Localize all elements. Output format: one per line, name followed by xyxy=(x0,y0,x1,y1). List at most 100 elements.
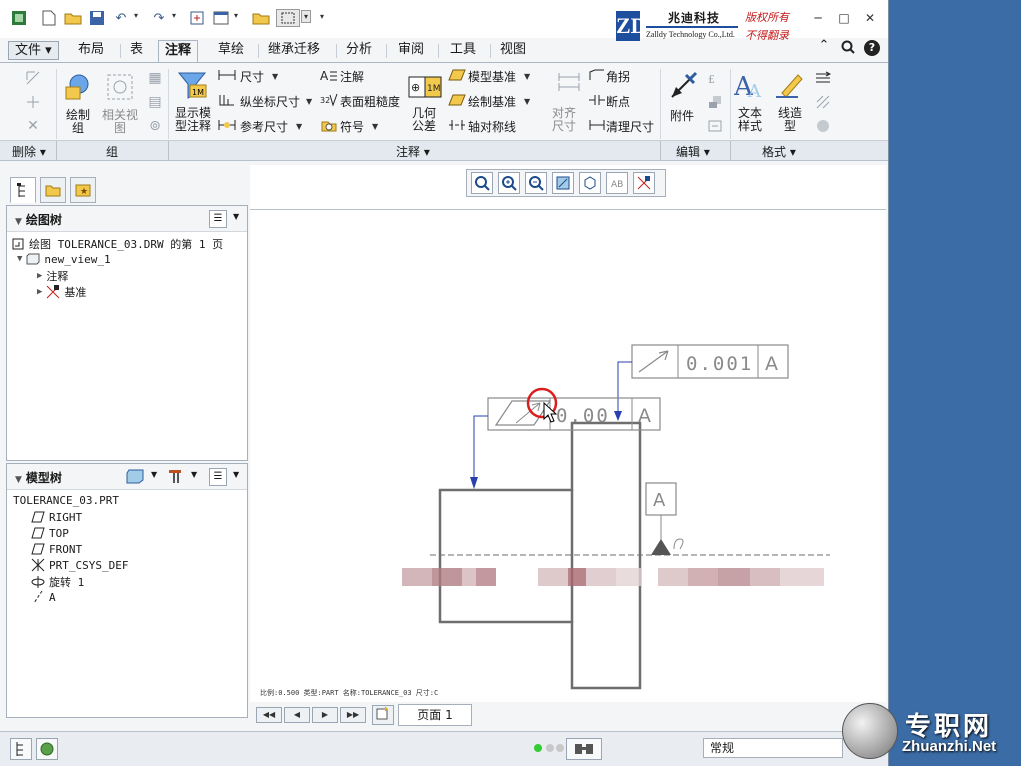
feature-control-frame-top[interactable]: 0.001 A xyxy=(631,344,789,379)
attach-icon[interactable] xyxy=(668,69,700,101)
favorites-tab-icon[interactable]: ★ xyxy=(70,177,96,203)
delete-row-icon[interactable] xyxy=(24,69,42,87)
tree-settings-icon[interactable]: ☰ xyxy=(209,468,227,486)
undo-icon[interactable]: ↶ xyxy=(112,9,130,27)
minimize-ribbon-icon[interactable]: ⌃ xyxy=(816,38,832,54)
reference-dimension-icon[interactable] xyxy=(218,117,236,133)
related-view-icon[interactable] xyxy=(104,71,136,103)
model-datum-dropdown-icon[interactable]: ▼ xyxy=(524,72,530,81)
drawing-canvas[interactable]: AB 0.001 A 0.00 A A 比例:0.500 类型:PART 名称:… xyxy=(250,165,886,702)
next-page-button[interactable]: ▶ xyxy=(312,707,338,723)
note-icon[interactable]: A xyxy=(320,67,338,83)
help-icon[interactable]: ? xyxy=(864,40,880,56)
fcf-top-leader[interactable] xyxy=(617,361,632,415)
corner-icon[interactable] xyxy=(588,67,606,83)
new-file-icon[interactable] xyxy=(40,9,58,27)
undo-dropdown-icon[interactable]: ▾ xyxy=(134,11,138,20)
dimension-dropdown-icon[interactable]: ▼ xyxy=(272,72,278,81)
redo-icon[interactable]: ↷ xyxy=(150,9,168,27)
tree-row-front-plane[interactable]: FRONT xyxy=(31,542,82,556)
selection-filter-dropdown-icon[interactable]: ▾ xyxy=(301,10,312,23)
selection-box-icon[interactable] xyxy=(276,9,300,27)
move-icon[interactable] xyxy=(706,93,724,111)
show-model-annotations-label[interactable]: 显示模 型注释 xyxy=(175,107,211,133)
show-model-dropdown-icon[interactable]: ▼ xyxy=(151,470,157,479)
delete-icon[interactable]: ✕ xyxy=(24,117,42,135)
last-page-button[interactable]: ▶▶ xyxy=(340,707,366,723)
tab-file[interactable]: 文件 ▾ xyxy=(8,41,59,60)
tab-table[interactable]: 表 xyxy=(124,40,149,62)
selection-filter-select[interactable]: 常规 xyxy=(703,738,843,758)
line-style-icon[interactable] xyxy=(774,69,806,101)
draw-datum-label[interactable]: 绘制基准 xyxy=(468,93,516,110)
model-datum-icon[interactable] xyxy=(448,67,466,83)
save-icon[interactable] xyxy=(88,9,106,27)
tab-view[interactable]: 视图 xyxy=(494,40,532,62)
tree-settings-dropdown-icon[interactable]: ▼ xyxy=(233,212,239,221)
reference-dimension-dropdown-icon[interactable]: ▼ xyxy=(296,122,302,131)
find-icon[interactable] xyxy=(566,738,602,760)
delete-group-label[interactable]: 删除 ▾ xyxy=(12,143,46,160)
attach-label[interactable]: 附件 xyxy=(670,107,694,124)
repeat-format-icon[interactable] xyxy=(814,117,832,135)
tree-row-right-plane[interactable]: RIGHT xyxy=(31,510,82,524)
page-tab[interactable]: 页面 1 xyxy=(398,704,472,726)
model-tree-tab-icon[interactable] xyxy=(10,177,36,203)
ordinate-dimension-dropdown-icon[interactable]: ▼ xyxy=(306,97,312,106)
group-item-icon[interactable]: ⊚ xyxy=(146,117,164,135)
close-window-folder-icon[interactable] xyxy=(252,9,270,27)
tab-review[interactable]: 审阅 xyxy=(392,40,430,62)
annotate-group-label[interactable]: 注释 ▾ xyxy=(396,143,430,160)
minimize-button[interactable]: ─ xyxy=(810,10,826,26)
tree-row-revolve[interactable]: 旋转 1 xyxy=(31,574,84,590)
tree-tools-icon[interactable] xyxy=(167,468,187,486)
dimension-icon[interactable] xyxy=(218,67,236,83)
group-option-icon[interactable]: ▦ xyxy=(146,69,164,87)
symbol-icon[interactable] xyxy=(320,117,338,133)
tree-row-axis-a[interactable]: A xyxy=(31,590,56,604)
tree-settings-icon[interactable]: ☰ xyxy=(209,210,227,228)
align-dimension-icon[interactable] xyxy=(556,71,582,97)
ordinate-dimension-label[interactable]: 纵坐标尺寸 xyxy=(240,93,300,110)
group-tool-icon[interactable]: ▤ xyxy=(146,93,164,111)
symbol-dropdown-icon[interactable]: ▼ xyxy=(372,122,378,131)
folder-browser-tab-icon[interactable] xyxy=(40,177,66,203)
axis-symmetry-label[interactable]: 轴对称线 xyxy=(468,118,516,135)
first-page-button[interactable]: ◀◀ xyxy=(256,707,282,723)
tree-row-datums[interactable]: ▶ 基准 xyxy=(37,284,86,300)
customize-toolbar-icon[interactable]: ▾ xyxy=(320,12,324,21)
tree-row-annotations[interactable]: ▶ 注释 xyxy=(37,268,68,284)
cleanup-dimension-label[interactable]: 清理尺寸 xyxy=(606,118,654,135)
windows-icon[interactable] xyxy=(212,9,230,27)
hatch-icon[interactable] xyxy=(814,93,832,111)
line-style-label[interactable]: 线造 型 xyxy=(778,107,802,133)
close-button[interactable]: ✕ xyxy=(862,10,878,26)
previous-page-button[interactable]: ◀ xyxy=(284,707,310,723)
axis-symmetry-icon[interactable] xyxy=(448,117,466,133)
edit-group-label[interactable]: 编辑 ▾ xyxy=(676,143,710,160)
tree-row-drawing-sheet[interactable]: 绘图 TOLERANCE_03.DRW 的第 1 页 xyxy=(11,236,223,252)
search-icon[interactable] xyxy=(840,40,856,56)
open-folder-icon[interactable] xyxy=(64,9,82,27)
draw-group-label[interactable]: 绘制 组 xyxy=(66,109,90,135)
fcf-middle-leader[interactable] xyxy=(473,415,488,483)
tab-analysis[interactable]: 分析 xyxy=(340,40,378,62)
collapse-arrow-icon[interactable]: ▼ xyxy=(15,217,22,227)
show-model-icon[interactable] xyxy=(125,468,147,486)
draw-group-icon[interactable] xyxy=(62,71,94,103)
tab-legacy-migration[interactable]: 继承迁移 xyxy=(262,40,326,62)
navigator-toggle-icon[interactable] xyxy=(10,738,32,760)
tab-layout[interactable]: 布局 xyxy=(72,40,110,62)
format-group-label[interactable]: 格式 ▾ xyxy=(762,143,796,160)
geometric-tolerance-label[interactable]: 几何 公差 xyxy=(412,107,436,133)
note-label[interactable]: 注解 xyxy=(340,68,364,85)
show-model-annotations-icon[interactable]: 1M xyxy=(176,69,208,101)
model-datum-label[interactable]: 模型基准 xyxy=(468,68,516,85)
symbol-label[interactable]: 符号 xyxy=(340,118,364,135)
dimension-label[interactable]: 尺寸 xyxy=(240,68,264,85)
edit-text-icon[interactable]: £ xyxy=(706,69,724,87)
tree-row-top-plane[interactable]: TOP xyxy=(31,526,69,540)
expand-arrow-icon[interactable]: ▶ xyxy=(37,287,42,297)
break-label[interactable]: 断点 xyxy=(606,93,630,110)
datum-feature-symbol[interactable]: A xyxy=(645,482,684,555)
